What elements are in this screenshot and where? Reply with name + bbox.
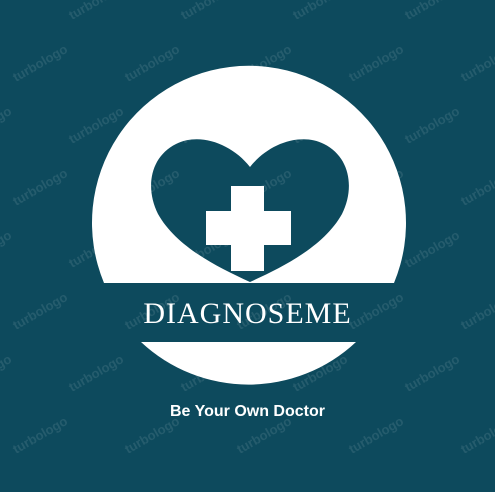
brand-name: DIAGNOSEME [143,297,352,330]
circle-lower-segment [141,342,356,385]
tagline: Be Your Own Doctor [170,403,325,420]
